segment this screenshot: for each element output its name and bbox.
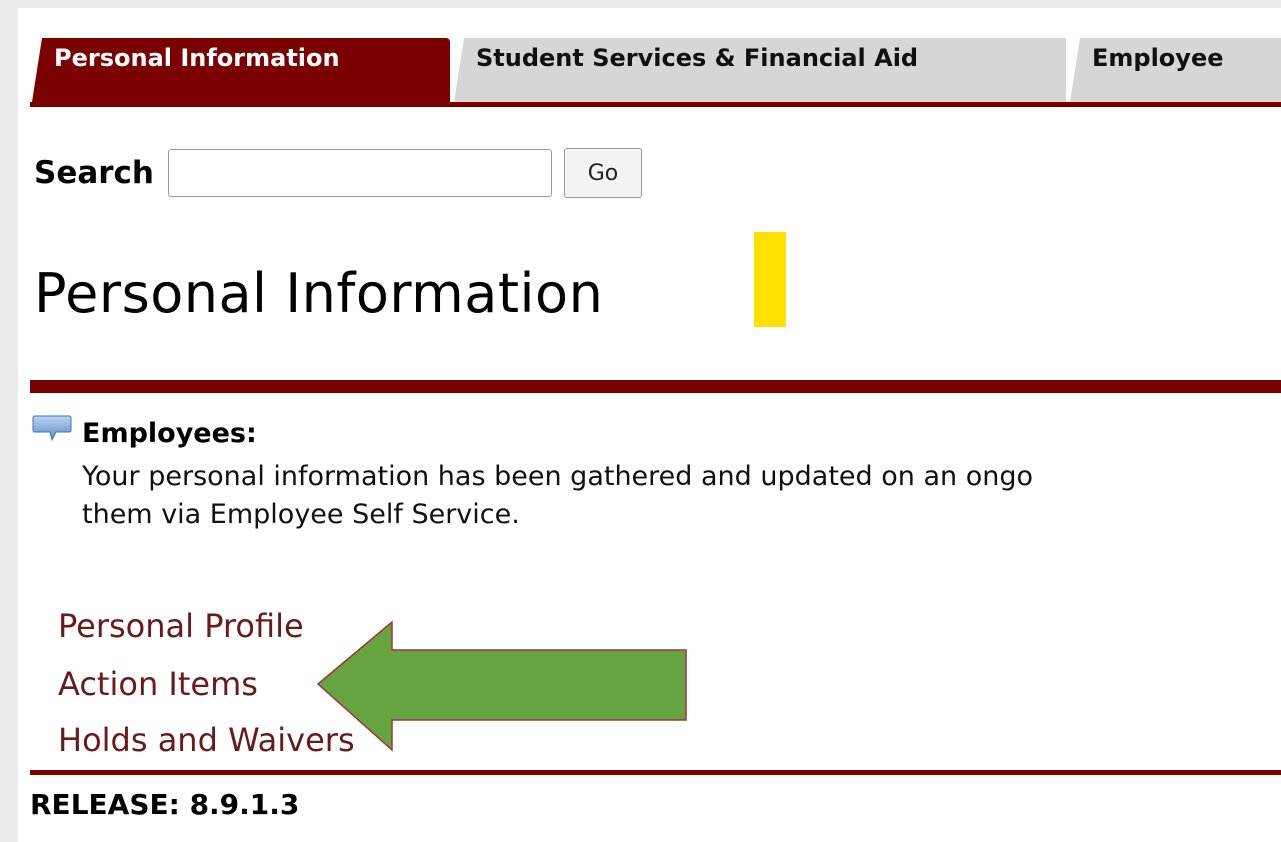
page: Employee Student Services & Financial Ai… xyxy=(18,8,1281,842)
release-label: RELEASE: 8.9.1.3 xyxy=(30,788,300,821)
info-text-line-1: Your personal information has been gathe… xyxy=(82,461,1033,492)
footer-divider xyxy=(30,770,1281,775)
link-personal-profile[interactable]: Personal Profile xyxy=(58,606,355,646)
search-row: Search Go xyxy=(34,148,643,198)
tab-employee[interactable]: Employee xyxy=(1070,38,1281,102)
info-text: Your personal information has been gathe… xyxy=(82,458,1033,534)
info-heading: Employees: xyxy=(82,418,257,449)
left-arrow-annotation xyxy=(316,620,687,752)
tab-student-services-label: Student Services & Financial Aid xyxy=(476,44,919,72)
tab-personal-information-label: Personal Information xyxy=(54,44,340,72)
link-action-items[interactable]: Action Items xyxy=(58,664,355,704)
page-title: Personal Information xyxy=(34,262,604,325)
tab-bar: Employee Student Services & Financial Ai… xyxy=(18,8,1281,108)
link-list: Personal Profile Action Items Holds and … xyxy=(58,606,355,778)
go-button[interactable]: Go xyxy=(564,148,643,198)
tab-student-services-financial-aid[interactable]: Student Services & Financial Aid xyxy=(454,38,1066,102)
search-input[interactable] xyxy=(168,149,553,197)
link-holds-and-waivers[interactable]: Holds and Waivers xyxy=(58,720,355,760)
highlight-marker xyxy=(754,232,786,327)
section-divider xyxy=(30,380,1281,393)
tab-employee-label: Employee xyxy=(1092,44,1224,72)
tab-underline xyxy=(30,102,1281,107)
tab-personal-information[interactable]: Personal Information xyxy=(32,38,450,102)
info-text-line-2: them via Employee Self Service. xyxy=(82,499,520,530)
search-label: Search xyxy=(34,155,155,191)
speech-bubble-icon xyxy=(32,415,72,442)
